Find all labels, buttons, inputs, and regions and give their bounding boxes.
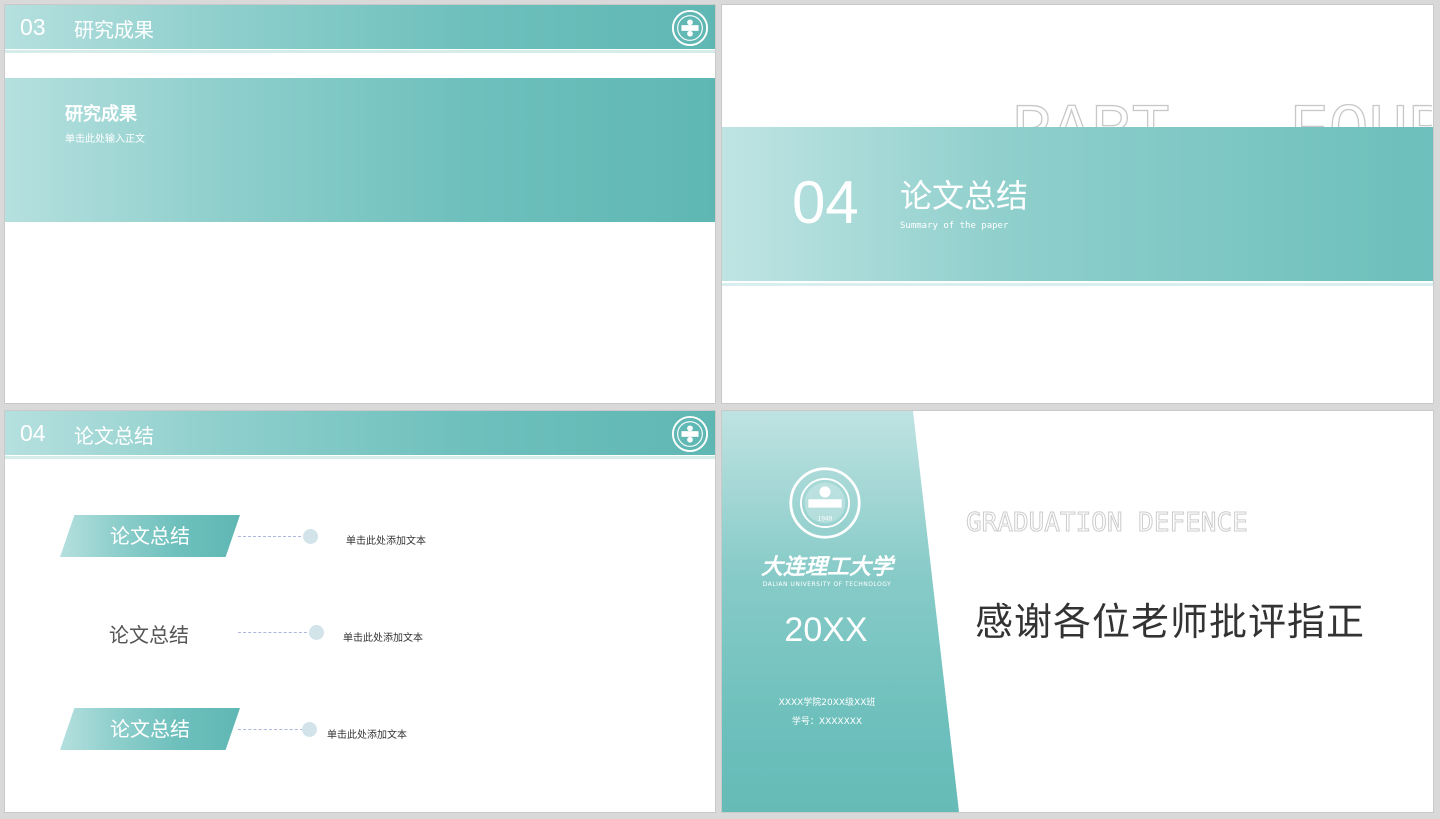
thanks-message: 感谢各位老师批评指正 xyxy=(975,600,1366,644)
connector-line xyxy=(238,632,312,633)
connector-dot xyxy=(309,625,324,640)
section-subtitle: Summary of the paper xyxy=(900,221,1009,231)
university-logo-icon xyxy=(671,415,709,453)
band-subtitle[interactable]: 单击此处输入正文 xyxy=(65,130,145,145)
summary-item-label: 论文总结 xyxy=(110,524,190,548)
graduation-defence-text: GRADUATION DEFENCE xyxy=(966,508,1248,538)
header-title: 论文总结 xyxy=(74,424,154,448)
band-underline xyxy=(722,283,1433,286)
summary-item-2-label[interactable]: 论文总结 xyxy=(109,619,189,648)
section-title: 论文总结 xyxy=(900,177,1029,215)
graduation-defence-outline: GRADUATION DEFENCE xyxy=(966,508,1249,539)
section-number: 04 xyxy=(792,169,859,236)
connector-line xyxy=(238,536,306,537)
university-logo-icon: 1949 xyxy=(789,467,861,539)
slide-thumbnail-research-results[interactable]: 03 研究成果 研究成果 单击此处输入正文 xyxy=(5,5,715,403)
slide-thumbnail-thanks[interactable]: 1949 大连理工大学 DALIAN UNIVERSITY OF TECHNOL… xyxy=(722,411,1433,812)
year-text: 20XX xyxy=(784,611,868,649)
slide-thumbnail-summary[interactable]: 04 论文总结 论文总结 单击此处添加文本 论文总结 单击此处添加文本 论文总结… xyxy=(5,411,715,812)
connector-line xyxy=(238,729,303,730)
header-underline xyxy=(5,50,715,53)
connector-dot xyxy=(302,722,317,737)
summary-item-note[interactable]: 单击此处添加文本 xyxy=(343,629,423,644)
school-name-en: DALIAN UNIVERSITY OF TECHNOLOGY xyxy=(762,581,892,588)
header-number: 04 xyxy=(20,420,46,446)
summary-item-note[interactable]: 单击此处添加文本 xyxy=(346,532,426,547)
logo-year: 1949 xyxy=(818,516,833,523)
connector-dot xyxy=(303,529,318,544)
header-title: 研究成果 xyxy=(74,18,154,42)
slide-thumbnail-part-four[interactable]: PART FOUR 04 论文总结 Summary of the paper xyxy=(722,5,1433,403)
summary-item-note[interactable]: 单击此处添加文本 xyxy=(327,726,407,741)
summary-item-1-tag[interactable]: 论文总结 xyxy=(60,515,240,557)
header-underline xyxy=(5,456,715,459)
university-logo-icon xyxy=(671,9,709,47)
student-id-line: 学号：XXXXXXX xyxy=(791,717,863,727)
band-title: 研究成果 xyxy=(65,104,137,125)
class-line: XXXX学院20XX级XX班 xyxy=(778,698,876,708)
summary-item-label: 论文总结 xyxy=(110,717,190,741)
summary-item-3-tag[interactable]: 论文总结 xyxy=(60,708,240,750)
header-number: 03 xyxy=(20,14,46,40)
school-name-cn: 大连理工大学 xyxy=(760,554,893,580)
